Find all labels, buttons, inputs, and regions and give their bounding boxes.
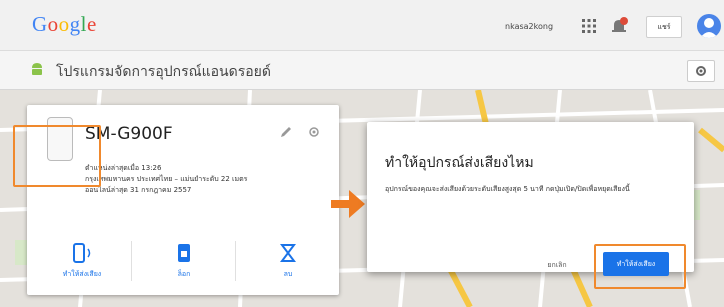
apps-grid-icon[interactable]	[582, 19, 596, 33]
screen: Google nkasa2kong แชร์ โปรแกรมจัดการอุปก…	[0, 0, 724, 307]
logo-letter: e	[87, 12, 97, 36]
logo-letter: g	[69, 12, 81, 36]
user-silhouette-icon	[700, 18, 718, 38]
user-name[interactable]: nkasa2kong	[505, 22, 553, 31]
logo-letter: o	[58, 12, 70, 36]
avatar[interactable]	[697, 14, 721, 38]
erase-label: ลบ	[283, 270, 293, 278]
page-title: โปรแกรมจัดการอุปกรณ์แอนดรอยด์	[56, 64, 271, 80]
device-info: ตำแหน่งล่าสุดเมื่อ 13:26 กรุงเทพมหานคร ป…	[85, 163, 325, 196]
ring-icon	[73, 243, 91, 263]
divider	[131, 241, 132, 281]
sub-header: โปรแกรมจัดการอุปกรณ์แอนดรอยด์	[0, 51, 724, 90]
location-accuracy-line: กรุงเทพมหานคร ประเทศไทย – แม่นยำระดับ 22…	[85, 175, 248, 183]
lock-icon	[178, 244, 190, 262]
arrow-right-icon	[331, 190, 365, 218]
ring-button[interactable]: ทำให้ส่งเสียง	[37, 233, 127, 287]
notifications-bell-icon[interactable]	[610, 17, 628, 35]
logo-letter: o	[47, 12, 59, 36]
device-actions: ทำให้ส่งเสียง ล็อก ลบ	[27, 221, 339, 295]
cancel-button[interactable]: ยกเลิก	[535, 254, 579, 276]
gear-icon	[696, 66, 706, 76]
ring-label: ทำให้ส่งเสียง	[62, 270, 102, 278]
dialog-title: ทำให้อุปกรณ์ส่งเสียงไหม	[385, 155, 534, 171]
lock-button[interactable]: ล็อก	[139, 233, 229, 287]
confirm-highlight-box	[594, 244, 686, 289]
dialog-message: อุปกรณ์ของคุณจะส่งเสียงด้วยระดับเสียงสูง…	[385, 185, 630, 193]
share-button[interactable]: แชร์	[646, 16, 682, 38]
last-location-line: ตำแหน่งล่าสุดเมื่อ 13:26	[85, 164, 162, 172]
top-bar: Google nkasa2kong แชร์	[0, 0, 724, 51]
lock-label: ล็อก	[177, 270, 191, 278]
last-online-line: ออนไลน์ล่าสุด 31 กรกฎาคม 2557	[85, 186, 192, 194]
settings-button[interactable]	[687, 60, 715, 82]
erase-icon	[280, 244, 296, 262]
google-logo[interactable]: Google	[32, 12, 97, 37]
locate-icon[interactable]	[307, 125, 321, 139]
erase-button[interactable]: ลบ	[243, 233, 333, 287]
android-icon	[32, 63, 42, 75]
ring-highlight-box	[13, 125, 101, 187]
logo-letter: G	[32, 12, 48, 36]
edit-pencil-icon[interactable]	[279, 125, 293, 139]
divider	[235, 241, 236, 281]
